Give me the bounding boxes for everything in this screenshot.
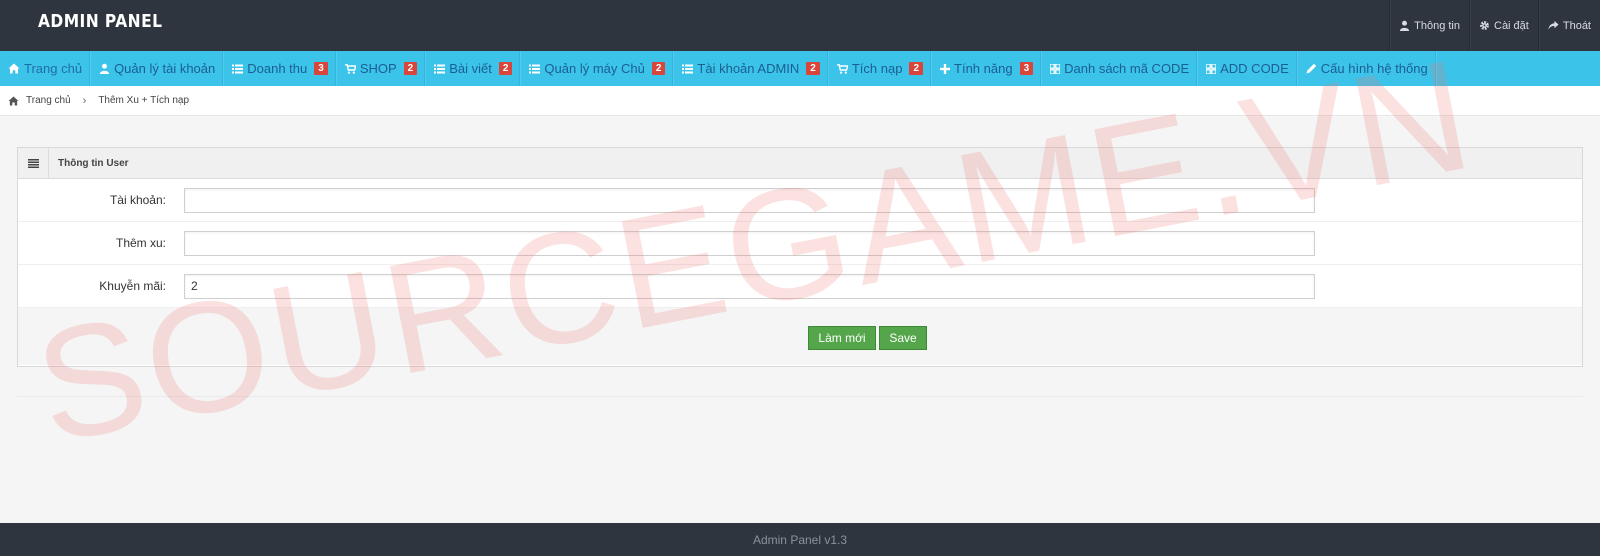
list-icon: [529, 64, 541, 73]
list-icon: [232, 64, 244, 73]
top-actions: Thông tin Cài đặt Thoát: [1389, 0, 1600, 51]
panel-menu: [18, 148, 49, 178]
top-header: ADMIN PANEL Thông tin Cài đặt Thoát: [0, 0, 1600, 51]
footer: Admin Panel v1.3: [0, 523, 1600, 556]
breadcrumb-current: Thêm Xu + Tích nạp: [98, 95, 190, 106]
add-xu-label: Thêm xu:: [115, 236, 166, 250]
cart-icon: [344, 63, 356, 74]
add-xu-row: Thêm xu:: [18, 222, 1582, 265]
nav-item-add-code[interactable]: ADD CODE: [1198, 51, 1298, 86]
nav-label: Quản lý máy Chủ: [544, 61, 645, 76]
panel-header: Thông tin User: [18, 148, 1582, 179]
list-icon: [682, 64, 694, 73]
nav-item-admin-accounts[interactable]: Tài khoản ADMIN 2: [674, 51, 829, 86]
nav-item-servers[interactable]: Quản lý máy Chủ 2: [521, 51, 675, 86]
count-badge: 2: [498, 62, 513, 75]
count-badge: 3: [314, 62, 328, 75]
count-badge: 2: [909, 62, 924, 75]
nav-label: Tính năng: [954, 61, 1013, 76]
gear-icon: [1480, 21, 1489, 30]
nav-label: Trang chủ: [24, 61, 83, 76]
account-label: Tài khoản:: [109, 193, 166, 207]
nav-label: Danh sách mã CODE: [1064, 61, 1190, 76]
brand-logo[interactable]: ADMIN PANEL: [38, 11, 162, 32]
grid-icon: [1050, 63, 1061, 74]
nav-label: Doanh thu: [247, 61, 308, 76]
user-info-panel: Thông tin User Tài khoản: Thêm xu: Khuyễ…: [17, 147, 1583, 367]
account-row: Tài khoản:: [18, 179, 1582, 222]
nav-item-system-config[interactable]: Cấu hình hệ thống: [1298, 51, 1437, 86]
panel-title: Thông tin User: [58, 157, 129, 169]
home-icon: [8, 95, 19, 106]
user-icon: [99, 63, 110, 74]
list-icon: [434, 64, 446, 73]
count-badge: 2: [403, 62, 418, 75]
nav-item-posts[interactable]: Bài viết 2: [426, 51, 522, 86]
account-input[interactable]: [184, 188, 1315, 213]
nav-item-shop[interactable]: SHOP 2: [337, 51, 427, 86]
nav-label: SHOP: [359, 61, 397, 76]
profile-label: Thông tin: [1414, 19, 1460, 32]
profile-link[interactable]: Thông tin: [1389, 0, 1469, 51]
nav-item-home[interactable]: Trang chủ: [0, 51, 92, 86]
grid-icon: [1206, 63, 1217, 74]
reset-button[interactable]: Làm mới: [808, 326, 876, 350]
promotion-label: Khuyễn mãi:: [99, 279, 166, 293]
pencil-icon: [1306, 63, 1316, 74]
nav-label: Tài khoản ADMIN: [697, 61, 800, 76]
count-badge: 2: [806, 62, 820, 75]
main-nav: Trang chủ Quản lý tài khoản Doanh thu 3 …: [0, 51, 1600, 86]
count-badge: 2: [651, 62, 666, 75]
count-badge: 3: [1019, 62, 1034, 75]
promotion-row: Khuyễn mãi: 2: [18, 265, 1582, 308]
chevron-right-icon: ›: [82, 94, 87, 107]
nav-label: Bài viết: [449, 61, 492, 76]
share-icon: [1548, 20, 1559, 30]
nav-item-revenue[interactable]: Doanh thu 3: [224, 51, 337, 86]
menu-icon: [27, 158, 39, 168]
nav-item-features[interactable]: Tính năng 3: [932, 51, 1043, 86]
promotion-input[interactable]: 2: [184, 274, 1315, 299]
footer-version: Admin Panel v1.3: [752, 532, 848, 547]
settings-label: Cài đặt: [1494, 19, 1529, 32]
nav-item-topup[interactable]: Tích nạp 2: [829, 51, 933, 86]
logout-label: Thoát: [1562, 19, 1591, 32]
plus-icon: [940, 63, 951, 74]
add-xu-input[interactable]: [184, 231, 1315, 256]
breadcrumb: Trang chủ › Thêm Xu + Tích nạp: [0, 86, 1600, 116]
cart-icon: [836, 63, 848, 74]
divider: [17, 396, 1583, 397]
nav-label: ADD CODE: [1220, 61, 1289, 76]
breadcrumb-home[interactable]: Trang chủ: [26, 95, 71, 106]
nav-label: Cấu hình hệ thống: [1320, 61, 1428, 76]
home-icon: [8, 63, 20, 74]
logout-link[interactable]: Thoát: [1537, 0, 1600, 51]
user-icon: [1400, 20, 1410, 31]
nav-label: Quản lý tài khoản: [114, 61, 216, 76]
form-actions: Làm mới Save: [18, 308, 1582, 365]
nav-label: Tích nạp: [851, 61, 903, 76]
settings-link[interactable]: Cài đặt: [1469, 0, 1538, 51]
nav-item-code-list[interactable]: Danh sách mã CODE: [1042, 51, 1199, 86]
save-button[interactable]: Save: [879, 326, 927, 350]
nav-item-accounts[interactable]: Quản lý tài khoản: [91, 51, 225, 86]
